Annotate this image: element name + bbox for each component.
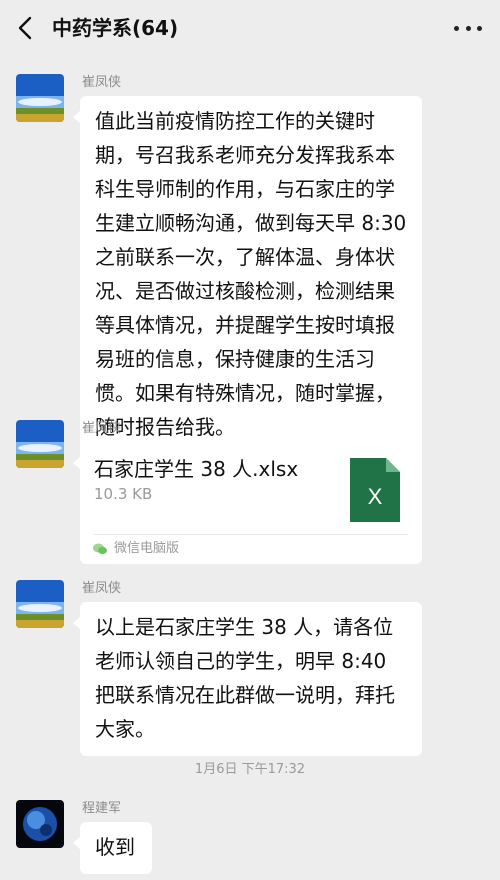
- more-options-icon[interactable]: [454, 16, 482, 40]
- divider: [94, 534, 408, 535]
- message-line: 以上是石家庄学生 38 人，请各位: [95, 615, 394, 639]
- message-line: 等具体情况，并提醒学生按时填报: [95, 313, 395, 337]
- sender-name: 崔凤侠: [82, 421, 122, 436]
- message-line: 值此当前疫情防控工作的关键时: [95, 109, 375, 133]
- message-line: 生建立顺畅沟通，做到每天早 8:30: [95, 211, 407, 235]
- sender-name: 程建军: [82, 801, 122, 816]
- sender-name: 崔凤侠: [82, 75, 122, 90]
- message-line: 科生导师制的作用，与石家庄的学: [95, 177, 395, 201]
- avatar[interactable]: [16, 74, 64, 122]
- message-line: 况、是否做过核酸检测，检测结果: [95, 279, 395, 303]
- file-size: 10.3 KB: [94, 485, 153, 503]
- message-line: 期，号召我系老师充分发挥我系本: [95, 143, 395, 167]
- message-line: 之前联系一次，了解体温、身体状: [95, 245, 395, 269]
- file-source-label: 微信电脑版: [114, 541, 180, 556]
- message-line: 易班的信息，保持健康的生活习: [95, 347, 375, 371]
- back-arrow-icon[interactable]: [14, 14, 38, 42]
- timestamp: 1月6日 下午17:32: [194, 762, 306, 777]
- message-bubble[interactable]: 收到: [73, 822, 152, 874]
- file-name: 石家庄学生 38 人.xlsx: [94, 457, 299, 481]
- message-bubble[interactable]: 值此当前疫情防控工作的关键时 期，号召我系老师充分发挥我系本 科生导师制的作用，…: [73, 96, 422, 454]
- file-attachment[interactable]: 石家庄学生 38 人.xlsx 10.3 KB X 微信电脑版: [73, 442, 422, 564]
- message-line: 老师认领自己的学生，明早 8:40: [95, 649, 387, 673]
- sender-name: 崔凤侠: [82, 581, 122, 596]
- file-source: 微信电脑版: [92, 540, 179, 558]
- message-bubble[interactable]: 以上是石家庄学生 38 人，请各位 老师认领自己的学生，明早 8:40 把联系情…: [73, 602, 422, 756]
- message-line: 随时报告给我。: [95, 415, 235, 439]
- chat-header: 中药学系(64): [0, 0, 500, 60]
- wechat-icon: [93, 543, 107, 555]
- avatar[interactable]: [16, 800, 64, 848]
- chat-title: 中药学系(64): [52, 16, 179, 40]
- message-line: 把联系情况在此群做一说明，拜托: [95, 683, 395, 707]
- message-line: 惯。如果有特殊情况，随时掌握，: [95, 381, 395, 405]
- excel-file-icon-letter: X: [368, 484, 383, 509]
- avatar[interactable]: [16, 580, 64, 628]
- excel-file-icon: X: [350, 458, 400, 522]
- message-line: 收到: [95, 835, 135, 859]
- message-line: 大家。: [95, 717, 155, 741]
- avatar[interactable]: [16, 420, 64, 468]
